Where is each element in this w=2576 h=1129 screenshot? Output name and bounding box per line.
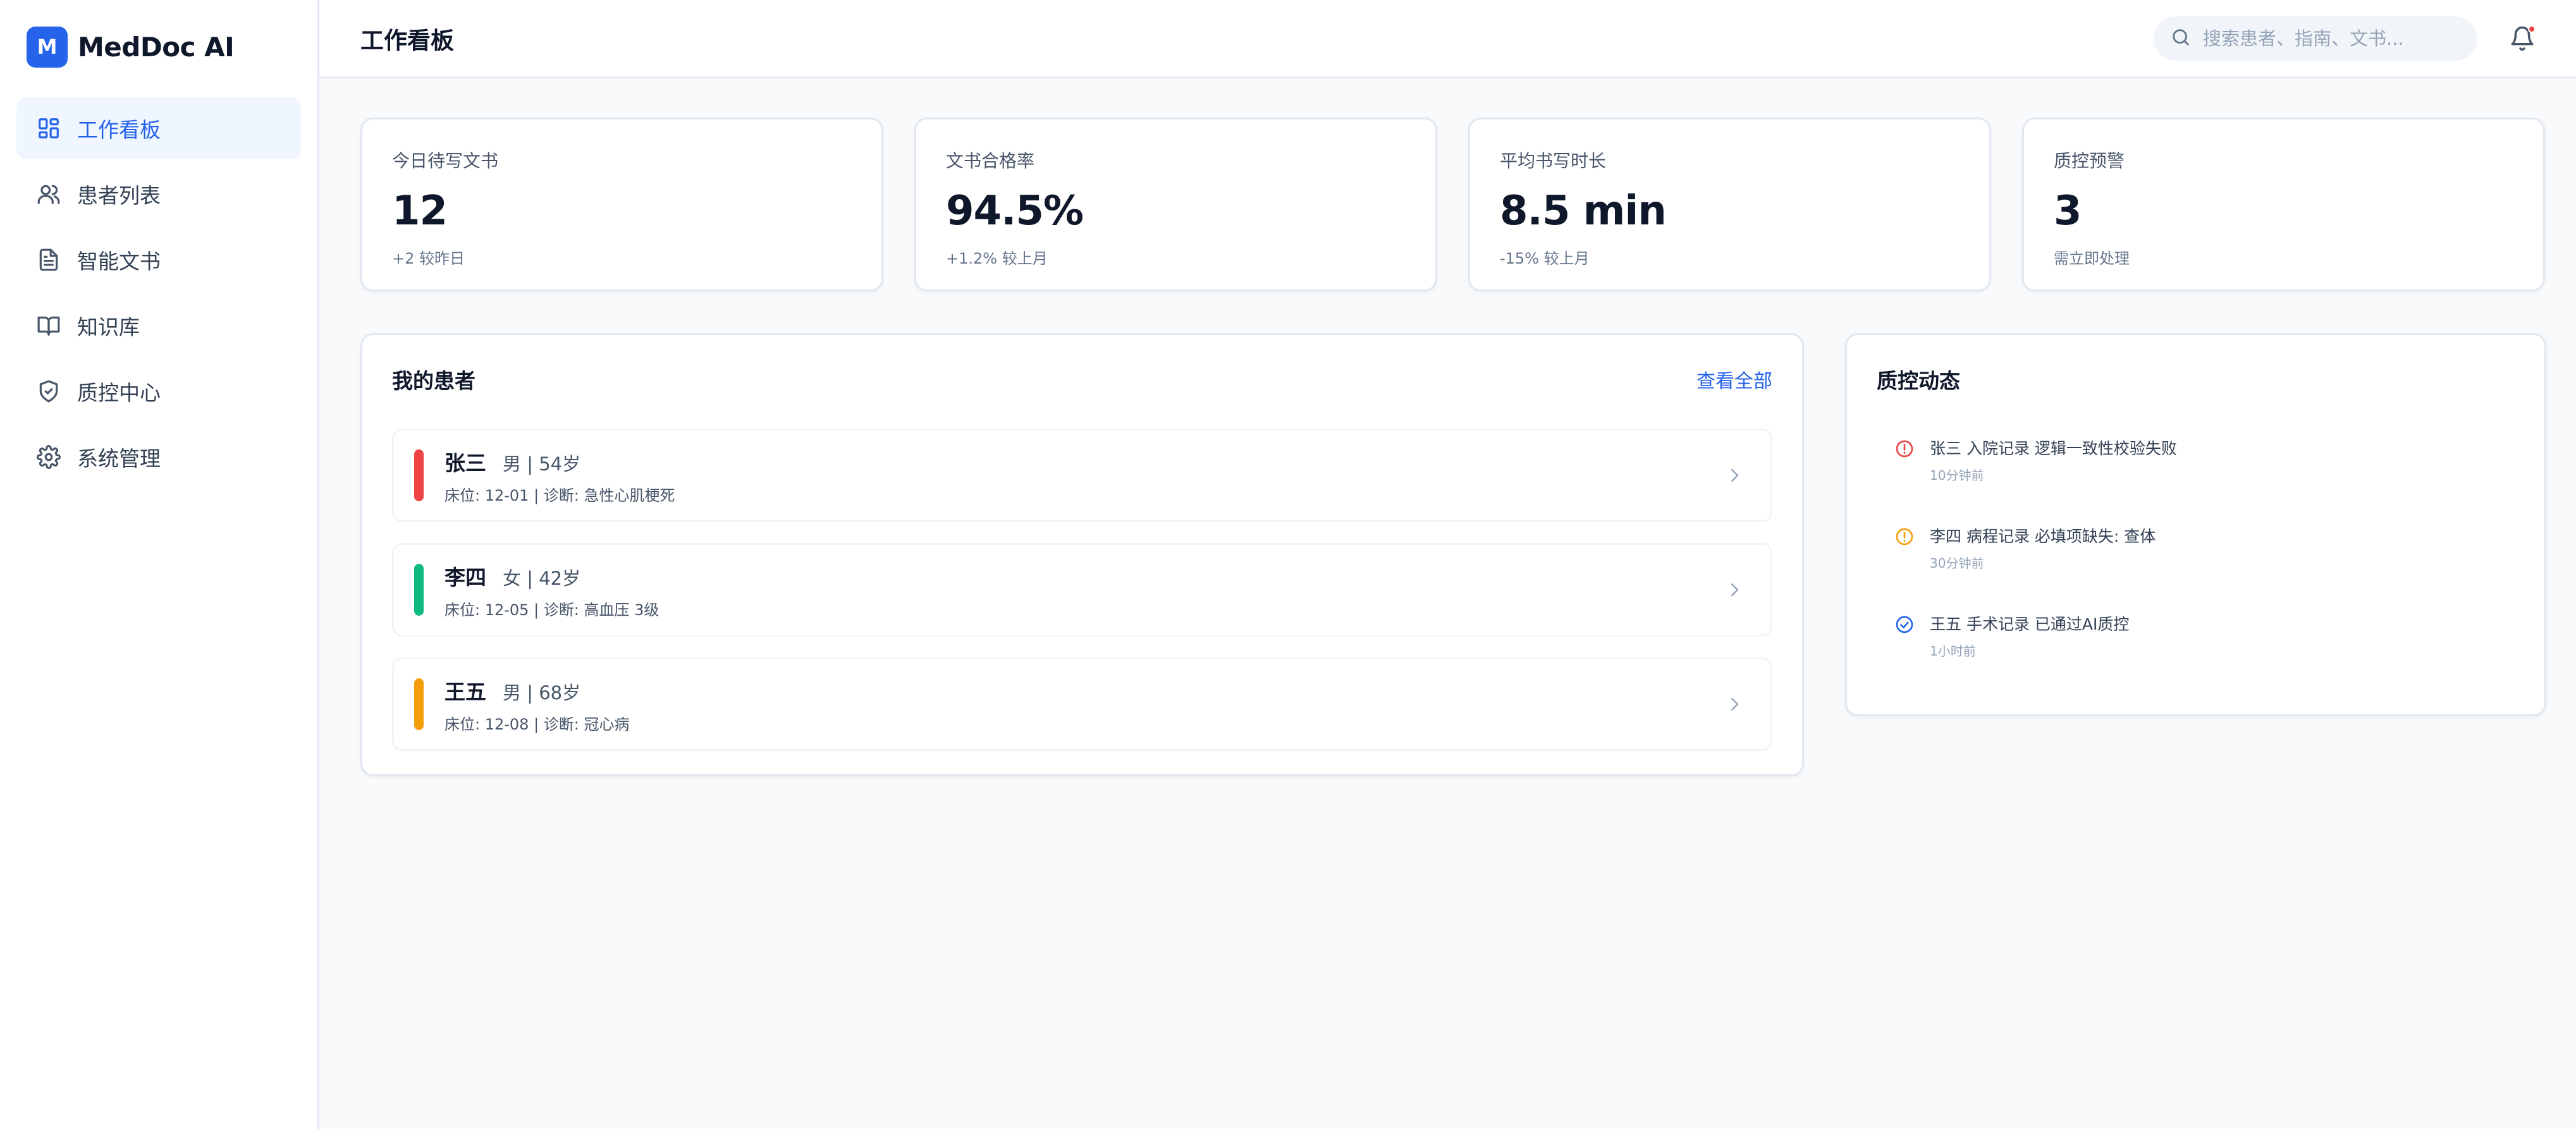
qc-feed: 张三 入院记录 逻辑一致性校验失败 10分钟前 李四 病程记录 必填项缺失: 查… <box>1877 436 2515 659</box>
brand-name: MedDoc AI <box>78 31 235 63</box>
check-circle-icon <box>1894 614 1915 635</box>
stat-sub: -15% 较上月 <box>1500 250 1590 267</box>
shield-check-icon <box>37 379 61 403</box>
stat-value: 12 <box>392 188 448 235</box>
qc-message: 张三 入院记录 逻辑一致性校验失败 <box>1930 439 2177 458</box>
qc-feed-text: 王五 手术记录 已通过AI质控 1小时前 <box>1930 612 2129 659</box>
stat-value: 3 <box>2054 188 2082 235</box>
patient-header: 李四 女 | 42岁 <box>445 561 659 591</box>
patient-detail: 床位: 12-01 | 诊断: 急性心肌梗死 <box>445 486 675 504</box>
alert-circle-icon <box>1894 527 1915 547</box>
users-icon <box>37 182 61 206</box>
stat-label: 文书合格率 <box>946 150 1035 171</box>
stat-label: 今日待写文书 <box>392 150 499 171</box>
qc-time: 30分钟前 <box>1930 556 1984 571</box>
search-icon <box>2170 27 2192 51</box>
notification-dot <box>2528 25 2536 33</box>
patient-header: 王五 男 | 68岁 <box>445 675 630 705</box>
patient-name: 王五 <box>445 679 486 704</box>
patient-meta: 女 | 42岁 <box>503 567 581 589</box>
patient-meta: 男 | 68岁 <box>503 681 581 704</box>
sidebar: M MedDoc AI 工作看板 患者列表 智能文书 知识库 质控中心 系统管理 <box>0 0 319 1129</box>
qc-feed-text: 张三 入院记录 逻辑一致性校验失败 10分钟前 <box>1930 436 2177 484</box>
document-icon <box>37 248 61 272</box>
notification-button[interactable] <box>2509 25 2536 52</box>
topbar: 工作看板 <box>319 0 2576 78</box>
stat-card-avg-time: 平均书写时长 8.5 min -15% 较上月 <box>1468 118 1991 291</box>
panel-title: 我的患者 <box>392 369 475 393</box>
patient-name: 张三 <box>445 450 486 475</box>
panel-title: 质控动态 <box>1877 369 1960 393</box>
stat-sub: +2 较昨日 <box>392 250 465 267</box>
stat-value: 94.5% <box>946 188 1084 235</box>
search-box[interactable] <box>2154 16 2477 61</box>
stat-label: 平均书写时长 <box>1500 150 1607 171</box>
sidebar-item-quality[interactable]: 质控中心 <box>16 360 301 422</box>
sidebar-item-label: 工作看板 <box>77 118 161 142</box>
brand[interactable]: M MedDoc AI <box>0 0 317 94</box>
patient-list: 张三 男 | 54岁 床位: 12-01 | 诊断: 急性心肌梗死 李四 女 |… <box>392 429 1772 751</box>
brand-logo: M <box>27 26 68 68</box>
sidebar-item-knowledge[interactable]: 知识库 <box>16 295 301 357</box>
page-title: 工作看板 <box>360 27 454 54</box>
dashboard-icon <box>37 116 61 140</box>
sidebar-item-settings[interactable]: 系统管理 <box>16 426 301 488</box>
stat-sub: 需立即处理 <box>2054 250 2130 267</box>
stat-card-pass-rate: 文书合格率 94.5% +1.2% 较上月 <box>914 118 1437 291</box>
patient-header: 张三 男 | 54岁 <box>445 446 675 477</box>
panel-header: 我的患者 查看全部 <box>392 364 1772 394</box>
patient-row[interactable]: 张三 男 | 54岁 床位: 12-01 | 诊断: 急性心肌梗死 <box>392 429 1772 522</box>
view-all-link[interactable]: 查看全部 <box>1696 365 1772 393</box>
qc-time: 1小时前 <box>1930 644 1976 659</box>
book-icon <box>37 314 61 338</box>
gear-icon <box>37 445 61 469</box>
patient-row[interactable]: 李四 女 | 42岁 床位: 12-05 | 诊断: 高血压 3级 <box>392 543 1772 637</box>
sidebar-item-label: 患者列表 <box>77 183 161 208</box>
stat-card-pending-docs: 今日待写文书 12 +2 较昨日 <box>360 118 883 291</box>
lower-panels: 我的患者 查看全部 张三 男 | 54岁 床位: 12-01 | 诊断: 急性心… <box>360 333 2546 776</box>
status-bar <box>414 678 424 730</box>
sidebar-item-patients[interactable]: 患者列表 <box>16 163 301 225</box>
bell-icon <box>2509 26 2536 54</box>
topbar-actions <box>2154 16 2536 61</box>
main: 工作看板 搜索患者、指南、文书... 今日待写文书 12 +2 较昨日 文书合格… <box>319 0 2576 1129</box>
sidebar-nav: 工作看板 患者列表 智能文书 知识库 质控中心 系统管理 <box>0 94 317 496</box>
sidebar-item-label: 质控中心 <box>77 381 161 405</box>
chevron-right-icon <box>1725 695 1744 714</box>
sidebar-item-smart-docs[interactable]: 智能文书 <box>16 229 301 291</box>
stat-sub: +1.2% 较上月 <box>946 250 1048 267</box>
qc-message: 李四 病程记录 必填项缺失: 查体 <box>1930 527 2156 546</box>
qc-feed-item[interactable]: 李四 病程记录 必填项缺失: 查体 30分钟前 <box>1894 524 2515 571</box>
chevron-right-icon <box>1725 580 1744 599</box>
patient-info: 张三 男 | 54岁 床位: 12-01 | 诊断: 急性心肌梗死 <box>445 446 675 505</box>
sidebar-item-dashboard[interactable]: 工作看板 <box>16 97 301 159</box>
qc-activity-panel: 质控动态 张三 入院记录 逻辑一致性校验失败 10分钟前 李四 病程记录 必填项… <box>1845 333 2546 716</box>
patient-info: 王五 男 | 68岁 床位: 12-08 | 诊断: 冠心病 <box>445 675 630 734</box>
stat-card-qc-alerts: 质控预警 3 需立即处理 <box>2022 118 2545 291</box>
sidebar-item-label: 知识库 <box>77 315 140 339</box>
sidebar-item-label: 系统管理 <box>77 446 161 471</box>
qc-time: 10分钟前 <box>1930 468 1984 483</box>
patient-row[interactable]: 王五 男 | 68岁 床位: 12-08 | 诊断: 冠心病 <box>392 657 1772 751</box>
stat-value: 8.5 min <box>1500 188 1667 235</box>
patient-name: 李四 <box>445 564 486 590</box>
sidebar-item-label: 智能文书 <box>77 249 161 274</box>
patient-info: 李四 女 | 42岁 床位: 12-05 | 诊断: 高血压 3级 <box>445 561 659 619</box>
qc-feed-item[interactable]: 王五 手术记录 已通过AI质控 1小时前 <box>1894 612 2515 659</box>
stats-row: 今日待写文书 12 +2 较昨日 文书合格率 94.5% +1.2% 较上月 平… <box>360 118 2546 291</box>
patient-detail: 床位: 12-05 | 诊断: 高血压 3级 <box>445 601 659 619</box>
alert-circle-icon <box>1894 439 1915 459</box>
dashboard-content: 今日待写文书 12 +2 较昨日 文书合格率 94.5% +1.2% 较上月 平… <box>319 78 2576 776</box>
qc-message: 王五 手术记录 已通过AI质控 <box>1930 615 2130 633</box>
patient-meta: 男 | 54岁 <box>503 453 581 475</box>
stat-label: 质控预警 <box>2054 150 2125 171</box>
qc-feed-text: 李四 病程记录 必填项缺失: 查体 30分钟前 <box>1930 524 2156 571</box>
search-input[interactable] <box>2203 27 2469 49</box>
qc-feed-item[interactable]: 张三 入院记录 逻辑一致性校验失败 10分钟前 <box>1894 436 2515 484</box>
my-patients-panel: 我的患者 查看全部 张三 男 | 54岁 床位: 12-01 | 诊断: 急性心… <box>360 333 1804 776</box>
status-bar <box>414 449 424 501</box>
status-bar <box>414 564 424 616</box>
chevron-right-icon <box>1725 466 1744 485</box>
patient-detail: 床位: 12-08 | 诊断: 冠心病 <box>445 715 630 733</box>
